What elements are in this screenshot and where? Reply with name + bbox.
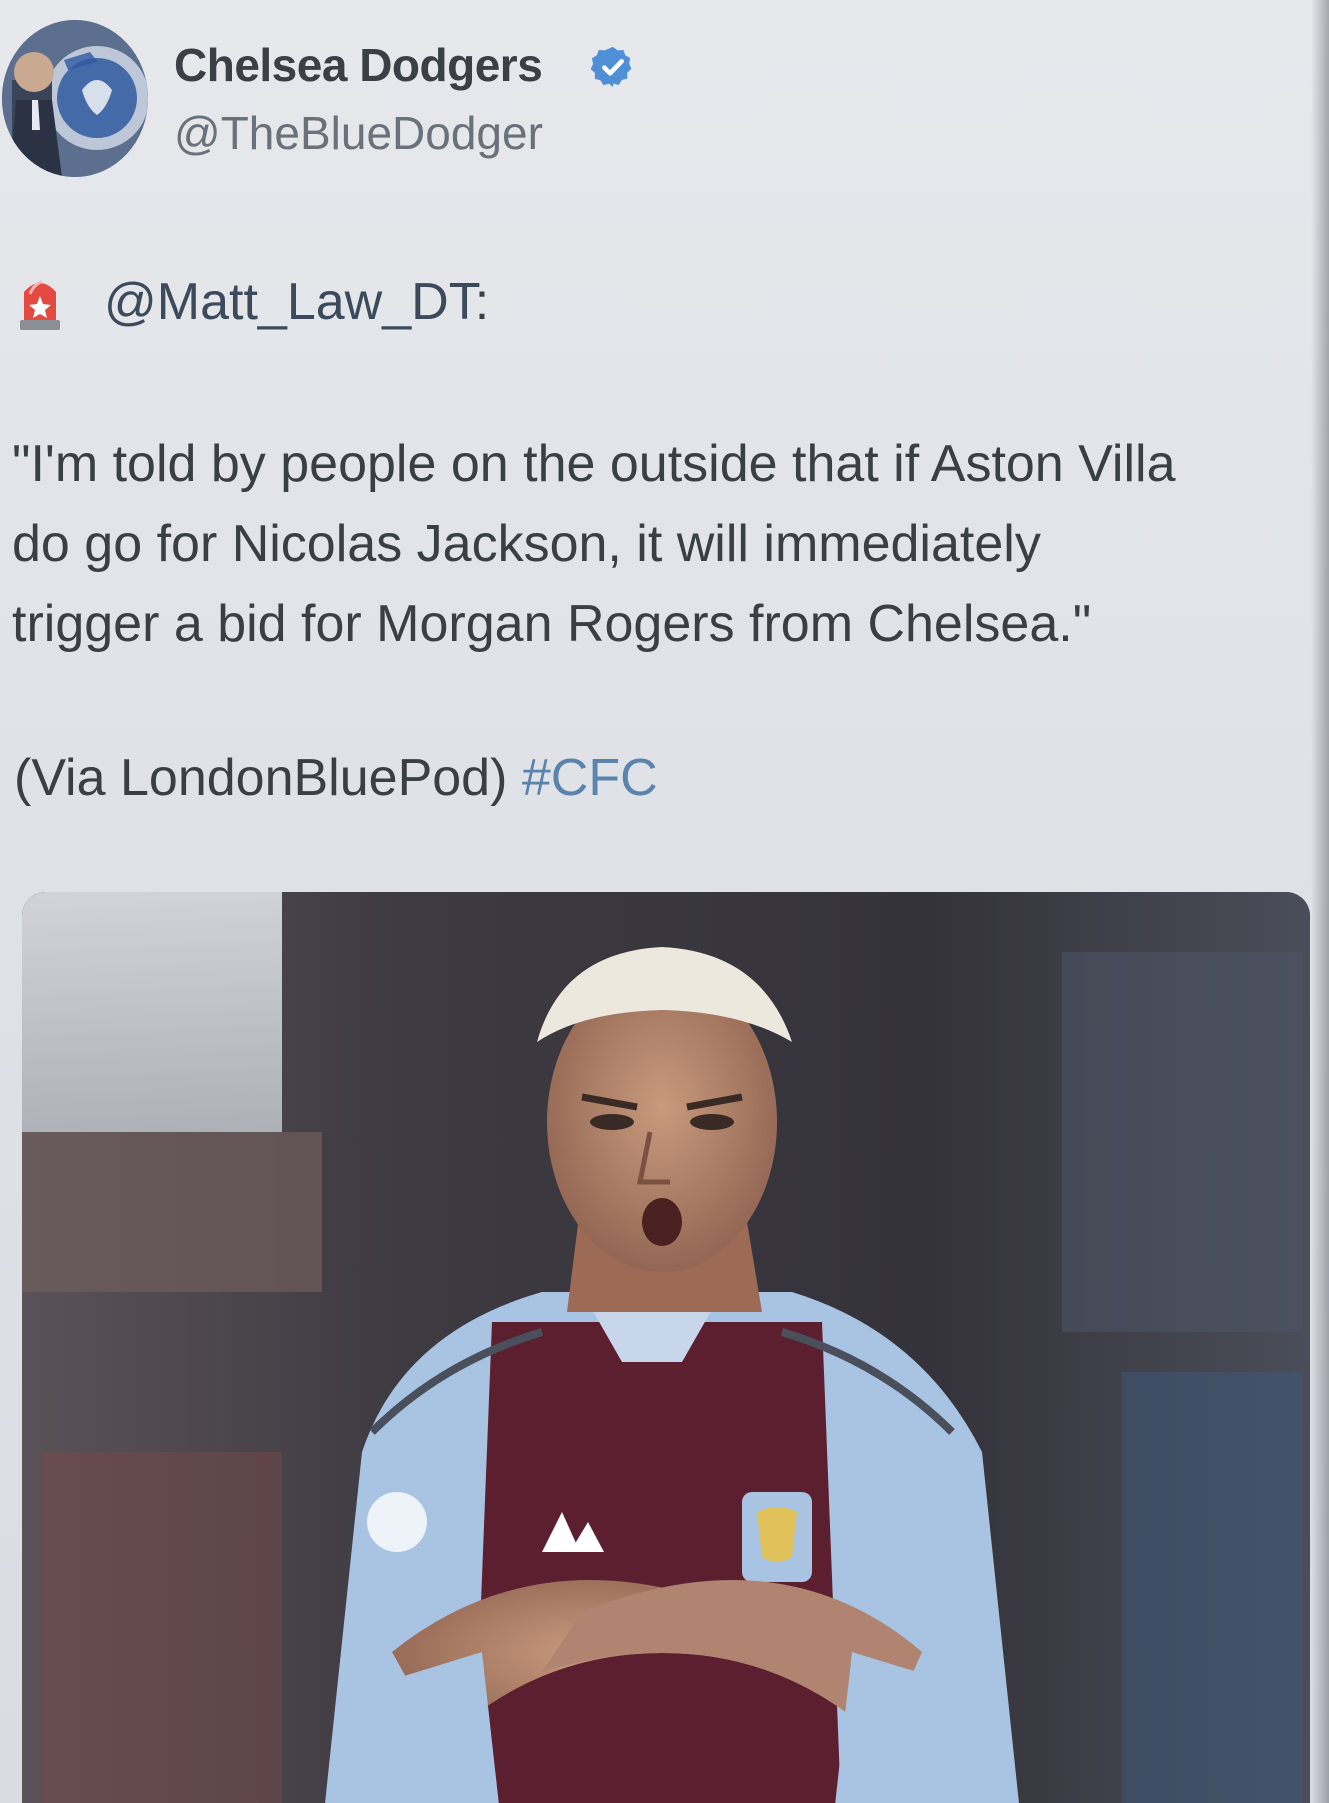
quote-line: do go for Nicolas Jackson, it will immed… — [12, 515, 1041, 573]
author-handle[interactable]: @TheBlueDodger — [174, 106, 543, 160]
chelsea-crest-avatar-icon — [2, 20, 148, 177]
via-text: (Via LondonBluePod) — [14, 749, 508, 807]
tweet-screen: Chelsea Dodgers @TheBlueDodger @Matt_Law… — [0, 0, 1329, 1803]
player-celebration-photo — [22, 892, 1310, 1803]
quote-text: "I'm told by people on the outside that … — [12, 424, 1312, 664]
mention-link[interactable]: @Matt_Law_DT — [104, 273, 475, 331]
quote-line: trigger a bid for Morgan Rogers from Che… — [12, 595, 1092, 653]
screen-edge-shadow — [1311, 0, 1329, 1803]
verified-badge-icon — [590, 44, 636, 90]
author-display-name[interactable]: Chelsea Dodgers — [174, 38, 543, 92]
via-line: (Via LondonBluePod) #CFC — [14, 748, 658, 808]
tweet-photo[interactable] — [22, 892, 1310, 1803]
quote-line: "I'm told by people on the outside that … — [12, 435, 1176, 493]
mention-suffix: : — [474, 273, 490, 331]
mention-line: @Matt_Law_DT: — [104, 272, 489, 332]
profile-avatar[interactable] — [2, 20, 148, 177]
rotating-light-icon — [16, 272, 64, 334]
hashtag-link[interactable]: #CFC — [522, 749, 658, 807]
tweet-header: Chelsea Dodgers @TheBlueDodger — [0, 0, 1329, 200]
